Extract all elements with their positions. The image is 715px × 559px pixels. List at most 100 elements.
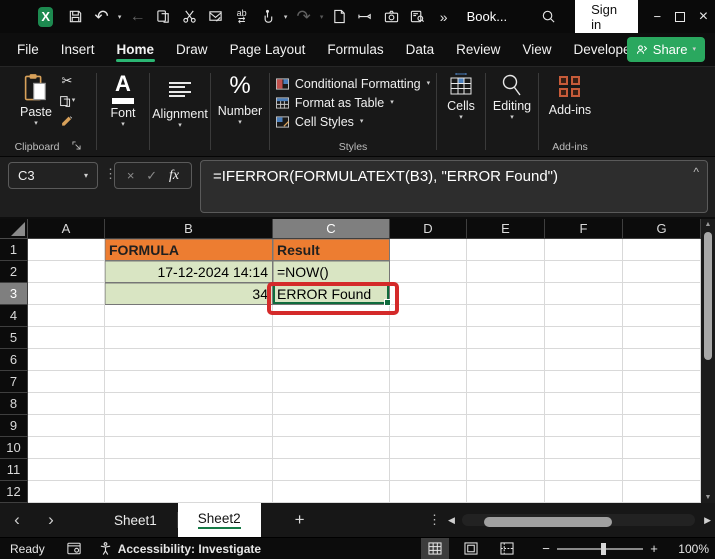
column-header-D[interactable]: D bbox=[390, 219, 467, 239]
cell-D6[interactable] bbox=[390, 349, 467, 371]
cell-B12[interactable] bbox=[105, 481, 273, 503]
cell-A10[interactable] bbox=[28, 437, 105, 459]
cut-button[interactable]: ✂ bbox=[58, 73, 76, 89]
column-header-G[interactable]: G bbox=[623, 219, 701, 239]
vertical-scrollbar-thumb[interactable] bbox=[704, 232, 712, 360]
paste-button[interactable]: Paste ▾ bbox=[20, 73, 52, 127]
cell-A2[interactable] bbox=[28, 261, 105, 283]
row-header-2[interactable]: 2 bbox=[0, 261, 28, 283]
cell-A8[interactable] bbox=[28, 393, 105, 415]
cell-F7[interactable] bbox=[545, 371, 623, 393]
tab-page-layout[interactable]: Page Layout bbox=[219, 35, 317, 64]
cell-B5[interactable] bbox=[105, 327, 273, 349]
tab-view[interactable]: View bbox=[511, 35, 562, 64]
accessibility-icon[interactable] bbox=[99, 542, 112, 555]
cell-B1[interactable]: FORMULA bbox=[105, 239, 273, 261]
cell-C8[interactable] bbox=[273, 393, 390, 415]
cell-D4[interactable] bbox=[390, 305, 467, 327]
cell-A5[interactable] bbox=[28, 327, 105, 349]
horizontal-scrollbar-thumb[interactable] bbox=[484, 517, 612, 527]
cell-E3[interactable] bbox=[467, 283, 545, 305]
cell-F5[interactable] bbox=[545, 327, 623, 349]
sheet-tab-sheet2[interactable]: Sheet2 bbox=[177, 503, 261, 537]
name-box-chevron-icon[interactable]: ▾ bbox=[84, 171, 88, 180]
touch-mode-chevron-icon[interactable]: ▾ bbox=[281, 13, 291, 21]
cell-C12[interactable] bbox=[273, 481, 390, 503]
scroll-down-icon[interactable]: ▼ bbox=[701, 494, 715, 501]
scroll-up-icon[interactable]: ▲ bbox=[701, 221, 715, 228]
cell-D10[interactable] bbox=[390, 437, 467, 459]
cell-G8[interactable] bbox=[623, 393, 701, 415]
cell-G9[interactable] bbox=[623, 415, 701, 437]
cell-F1[interactable] bbox=[545, 239, 623, 261]
row-header-9[interactable]: 9 bbox=[0, 415, 28, 437]
font-button[interactable]: A Font ▾ bbox=[110, 73, 135, 129]
horizontal-scrollbar-track[interactable] bbox=[462, 514, 695, 527]
zoom-slider[interactable] bbox=[557, 542, 643, 555]
tab-formulas[interactable]: Formulas bbox=[316, 35, 394, 64]
cell-D3[interactable] bbox=[390, 283, 467, 305]
row-header-3[interactable]: 3 bbox=[0, 283, 28, 305]
column-header-A[interactable]: A bbox=[28, 219, 105, 239]
close-button[interactable]: × bbox=[692, 4, 715, 30]
copy-button[interactable]: ▾ bbox=[58, 93, 76, 109]
add-sheet-button[interactable]: + bbox=[295, 510, 305, 530]
search-icon[interactable] bbox=[535, 4, 561, 30]
cell-G6[interactable] bbox=[623, 349, 701, 371]
editing-button[interactable]: Editing ▾ bbox=[493, 73, 531, 121]
cell-C7[interactable] bbox=[273, 371, 390, 393]
cell-B2[interactable]: 17-12-2024 14:14 bbox=[105, 261, 273, 283]
cell-D8[interactable] bbox=[390, 393, 467, 415]
cell-F2[interactable] bbox=[545, 261, 623, 283]
tab-review[interactable]: Review bbox=[445, 35, 511, 64]
copy-icon[interactable] bbox=[151, 4, 177, 30]
cell-F8[interactable] bbox=[545, 393, 623, 415]
number-button[interactable]: % Number ▾ bbox=[218, 73, 262, 127]
minimize-button[interactable]: − bbox=[646, 4, 669, 30]
cell-A9[interactable] bbox=[28, 415, 105, 437]
cell-E7[interactable] bbox=[467, 371, 545, 393]
tab-data[interactable]: Data bbox=[395, 35, 446, 64]
cell-E2[interactable] bbox=[467, 261, 545, 283]
cell-G4[interactable] bbox=[623, 305, 701, 327]
undo-icon[interactable]: ↶ bbox=[89, 4, 115, 30]
undo-chevron-icon[interactable]: ▾ bbox=[115, 13, 125, 21]
format-as-table-button[interactable]: Format as Table ▾ bbox=[275, 96, 430, 110]
row-header-7[interactable]: 7 bbox=[0, 371, 28, 393]
cell-E11[interactable] bbox=[467, 459, 545, 481]
cell-D12[interactable] bbox=[390, 481, 467, 503]
cell-E1[interactable] bbox=[467, 239, 545, 261]
cell-E4[interactable] bbox=[467, 305, 545, 327]
alignment-button[interactable]: Alignment ▾ bbox=[152, 73, 208, 129]
cell-D2[interactable] bbox=[390, 261, 467, 283]
cell-E10[interactable] bbox=[467, 437, 545, 459]
cell-C5[interactable] bbox=[273, 327, 390, 349]
cell-G1[interactable] bbox=[623, 239, 701, 261]
cell-C3[interactable]: ERROR Found bbox=[273, 283, 391, 306]
cell-E5[interactable] bbox=[467, 327, 545, 349]
draw-icon[interactable] bbox=[353, 4, 379, 30]
insert-function-icon[interactable]: fx bbox=[169, 168, 179, 184]
cell-G11[interactable] bbox=[623, 459, 701, 481]
row-header-1[interactable]: 1 bbox=[0, 239, 28, 261]
cell-B8[interactable] bbox=[105, 393, 273, 415]
row-header-10[interactable]: 10 bbox=[0, 437, 28, 459]
formula-input[interactable]: =IFERROR(FORMULATEXT(B3), "ERROR Found") bbox=[200, 160, 708, 213]
cell-A11[interactable] bbox=[28, 459, 105, 481]
tab-home[interactable]: Home bbox=[106, 35, 166, 64]
touch-mode-icon[interactable] bbox=[255, 4, 281, 30]
cell-F12[interactable] bbox=[545, 481, 623, 503]
cell-G10[interactable] bbox=[623, 437, 701, 459]
zoom-level[interactable]: 100% bbox=[667, 542, 709, 556]
normal-view-button[interactable] bbox=[421, 537, 449, 559]
cell-F10[interactable] bbox=[545, 437, 623, 459]
vertical-scrollbar[interactable]: ▲ ▼ bbox=[701, 219, 715, 503]
row-header-12[interactable]: 12 bbox=[0, 481, 28, 503]
cell-A12[interactable] bbox=[28, 481, 105, 503]
cell-B11[interactable] bbox=[105, 459, 273, 481]
cell-B4[interactable] bbox=[105, 305, 273, 327]
cell-A4[interactable] bbox=[28, 305, 105, 327]
cell-C4[interactable] bbox=[273, 305, 390, 327]
cell-C2[interactable]: =NOW() bbox=[273, 261, 390, 283]
email-screenshot-icon[interactable] bbox=[203, 4, 229, 30]
